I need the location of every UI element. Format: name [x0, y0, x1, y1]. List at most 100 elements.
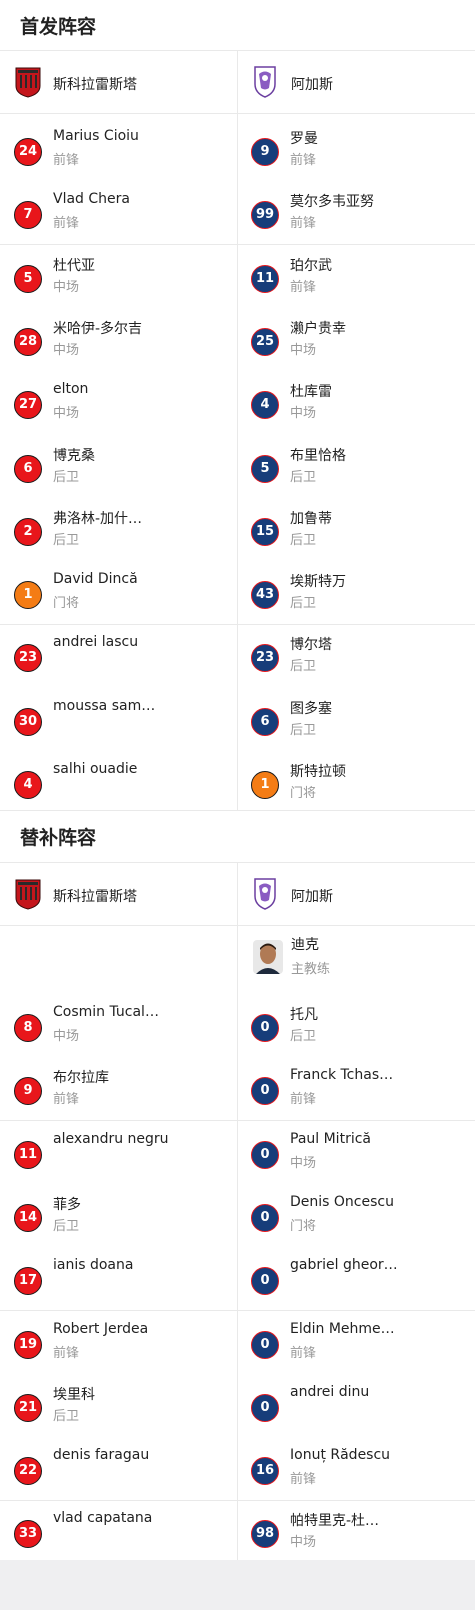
home-player-number-badge: 4 — [14, 771, 42, 799]
home-player-position: 门将 — [53, 596, 80, 611]
away-player-name[interactable]: Denis Oncescu — [290, 1194, 394, 1210]
home-player-position: 中场 — [53, 1029, 80, 1044]
home-player-name[interactable]: Cosmin Tucal… — [53, 1004, 159, 1020]
lineup-panel: 首发阵容 斯科拉雷斯塔 阿加斯 替补阵容 斯科拉雷斯塔 阿加斯 迪克 主教练 2… — [0, 0, 475, 1560]
starting-lineup-title: 首发阵容 — [20, 16, 97, 38]
away-player-name[interactable]: andrei dinu — [290, 1384, 369, 1400]
away-player-name[interactable]: 加鲁蒂 — [290, 508, 332, 528]
home-player-position: 中场 — [53, 343, 80, 358]
away-player-position: 后卫 — [290, 470, 317, 485]
home-player-name[interactable]: 博克桑 — [53, 445, 95, 465]
away-player-number-badge: 0 — [251, 1141, 279, 1169]
home-player-name[interactable]: David Dincă — [53, 571, 138, 587]
home-player-position: 前锋 — [53, 153, 80, 168]
away-player-number-badge: 0 — [251, 1267, 279, 1295]
home-player-name[interactable]: 弗洛林-加什… — [53, 508, 142, 528]
home-player-name[interactable]: ianis doana — [53, 1257, 133, 1273]
away-player-name[interactable]: 帕特里克-杜… — [290, 1510, 379, 1530]
away-player-number-badge: 23 — [251, 644, 279, 672]
away-player-position: 前锋 — [290, 216, 317, 231]
away-player-number-badge: 5 — [251, 455, 279, 483]
away-player-name[interactable]: 图多塞 — [290, 698, 332, 718]
home-player-name[interactable]: Robert Jerdea — [53, 1321, 148, 1337]
away-player-name[interactable]: 罗曼 — [290, 128, 318, 148]
home-player-number-badge: 22 — [14, 1457, 42, 1485]
away-player-name[interactable]: Eldin Mehme… — [290, 1321, 395, 1337]
divider — [0, 810, 475, 811]
away-player-name[interactable]: Paul Mitrică — [290, 1131, 371, 1147]
away-player-number-badge: 43 — [251, 581, 279, 609]
home-player-number-badge: 8 — [14, 1014, 42, 1042]
substitutes-title: 替补阵容 — [20, 827, 97, 849]
away-player-number-badge: 6 — [251, 708, 279, 736]
home-player-name[interactable]: denis faragau — [53, 1447, 149, 1463]
home-player-name[interactable]: andrei lascu — [53, 634, 138, 650]
home-player-number-badge: 1 — [14, 581, 42, 609]
away-player-number-badge: 99 — [251, 201, 279, 229]
home-team-name[interactable]: 斯科拉雷斯塔 — [53, 74, 137, 94]
away-player-number-badge: 0 — [251, 1331, 279, 1359]
away-player-position: 门将 — [290, 1219, 317, 1234]
coach-avatar[interactable] — [253, 940, 283, 974]
home-player-position: 后卫 — [53, 533, 80, 548]
home-player-name[interactable]: salhi ouadie — [53, 761, 137, 777]
away-player-number-badge: 1 — [251, 771, 279, 799]
home-player-name[interactable]: moussa sam… — [53, 698, 155, 714]
home-player-number-badge: 21 — [14, 1394, 42, 1422]
home-player-number-badge: 5 — [14, 265, 42, 293]
away-player-position: 后卫 — [290, 659, 317, 674]
home-player-name[interactable]: 埃里科 — [53, 1384, 95, 1404]
away-player-name[interactable]: 博尔塔 — [290, 634, 332, 654]
home-player-name[interactable]: 杜代亚 — [53, 255, 95, 275]
divider — [0, 1500, 475, 1501]
away-player-name[interactable]: 斯特拉顿 — [290, 761, 346, 781]
home-player-number-badge: 24 — [14, 138, 42, 166]
home-player-position: 中场 — [53, 406, 80, 421]
away-team-name[interactable]: 阿加斯 — [291, 886, 333, 906]
away-team-name[interactable]: 阿加斯 — [291, 74, 333, 94]
away-player-number-badge: 0 — [251, 1204, 279, 1232]
coach-name[interactable]: 迪克 — [291, 934, 319, 954]
away-player-name[interactable]: 布里恰格 — [290, 445, 346, 465]
away-player-number-badge: 11 — [251, 265, 279, 293]
away-player-name[interactable]: 托凡 — [290, 1004, 318, 1024]
away-player-name[interactable]: 杜库雷 — [290, 381, 332, 401]
home-team-logo-icon — [14, 64, 42, 98]
away-player-position: 后卫 — [290, 723, 317, 738]
home-player-name[interactable]: 菲多 — [53, 1194, 81, 1214]
away-player-name[interactable]: gabriel gheor… — [290, 1257, 398, 1273]
away-player-position: 中场 — [290, 406, 317, 421]
home-player-name[interactable]: elton — [53, 381, 88, 397]
column-divider — [237, 862, 238, 1560]
home-player-number-badge: 33 — [14, 1520, 42, 1548]
away-player-position: 中场 — [290, 1535, 317, 1550]
home-player-name[interactable]: 米哈伊-多尔吉 — [53, 318, 142, 338]
column-divider — [237, 50, 238, 810]
away-player-number-badge: 0 — [251, 1077, 279, 1105]
home-player-name[interactable]: Marius Cioiu — [53, 128, 139, 144]
home-player-name[interactable]: alexandru negru — [53, 1131, 169, 1147]
away-player-name[interactable]: 珀尔武 — [290, 255, 332, 275]
away-player-position: 后卫 — [290, 533, 317, 548]
home-player-position: 后卫 — [53, 1409, 80, 1424]
divider — [0, 624, 475, 625]
home-player-number-badge: 7 — [14, 201, 42, 229]
home-player-name[interactable]: 布尔拉库 — [53, 1067, 109, 1087]
away-player-name[interactable]: 莫尔多韦亚努 — [290, 191, 374, 211]
home-player-number-badge: 2 — [14, 518, 42, 546]
home-player-number-badge: 14 — [14, 1204, 42, 1232]
home-player-number-badge: 11 — [14, 1141, 42, 1169]
away-player-position: 后卫 — [290, 1029, 317, 1044]
away-player-name[interactable]: 濑户贵幸 — [290, 318, 346, 338]
away-player-name[interactable]: Franck Tchas… — [290, 1067, 393, 1083]
home-player-name[interactable]: Vlad Chera — [53, 191, 130, 207]
home-team-name[interactable]: 斯科拉雷斯塔 — [53, 886, 137, 906]
away-player-position: 中场 — [290, 1156, 317, 1171]
away-player-name[interactable]: 埃斯特万 — [290, 571, 346, 591]
home-player-name[interactable]: vlad capatana — [53, 1510, 152, 1526]
away-player-name[interactable]: Ionuț Rădescu — [290, 1447, 390, 1463]
away-player-number-badge: 0 — [251, 1394, 279, 1422]
divider — [0, 244, 475, 245]
home-player-number-badge: 27 — [14, 391, 42, 419]
away-player-number-badge: 16 — [251, 1457, 279, 1485]
